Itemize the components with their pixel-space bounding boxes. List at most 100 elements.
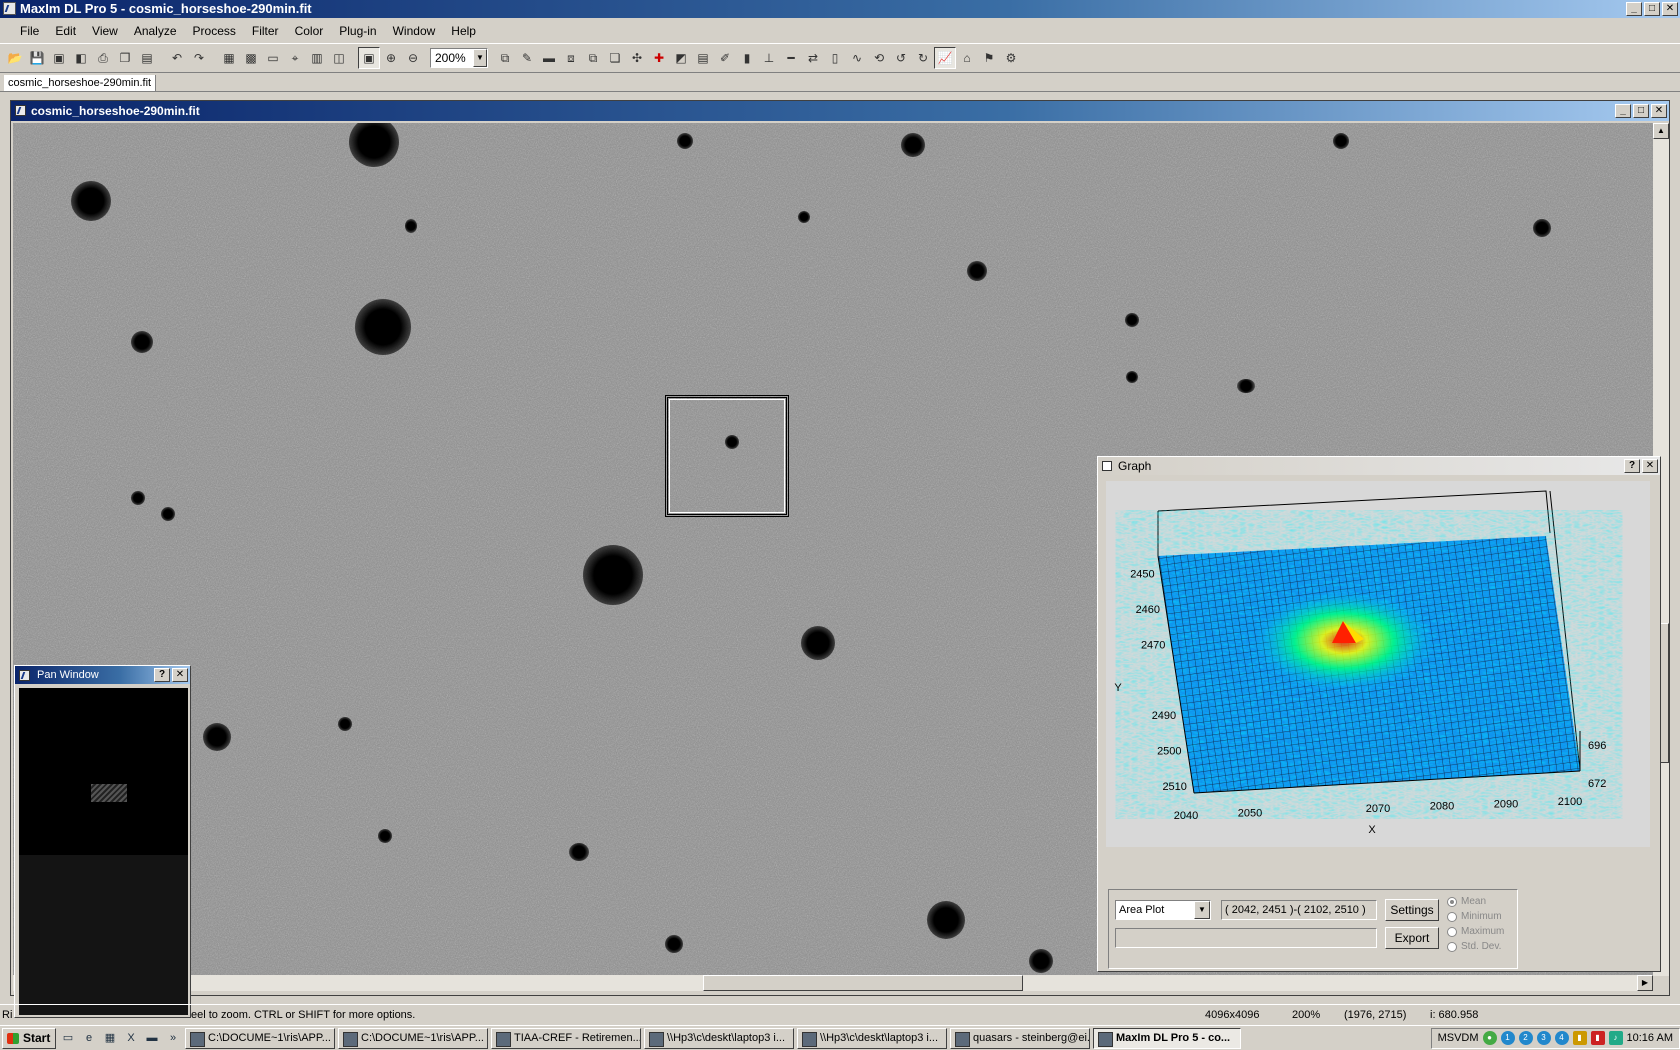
zoom-select[interactable]: 200% ▼ bbox=[430, 48, 488, 68]
close-button[interactable]: ✕ bbox=[1662, 2, 1678, 16]
tray-volume-icon[interactable]: ♪ bbox=[1608, 1031, 1623, 1045]
taskbar-item-active[interactable]: MaxIm DL Pro 5 - co... bbox=[1093, 1027, 1241, 1049]
tray-info-icon[interactable]: 1 bbox=[1500, 1031, 1515, 1045]
flip-icon[interactable]: ⇄ bbox=[802, 47, 824, 69]
settings-button[interactable]: Settings bbox=[1385, 899, 1439, 921]
screen-stretch-icon[interactable]: ◫ bbox=[328, 47, 350, 69]
undo-icon[interactable]: ↶ bbox=[166, 47, 188, 69]
menu-filter[interactable]: Filter bbox=[244, 20, 287, 42]
quicklaunch-app-icon[interactable]: ▦ bbox=[101, 1029, 119, 1047]
menu-help[interactable]: Help bbox=[443, 20, 484, 42]
camera-icon[interactable]: ◧ bbox=[70, 47, 92, 69]
horizontal-scroll-thumb[interactable] bbox=[703, 975, 1023, 991]
stat-option-maximum[interactable]: Maximum bbox=[1447, 924, 1519, 939]
taskbar-item[interactable]: \\Hp3\c\deskt\laptop3 i... bbox=[797, 1027, 947, 1049]
rotate-left-icon[interactable]: ↺ bbox=[890, 47, 912, 69]
align-icon[interactable]: ⧉ bbox=[582, 47, 604, 69]
range-field[interactable]: ( 2042, 2451 )-( 2102, 2510 ) bbox=[1221, 900, 1377, 920]
color-icon[interactable]: ◩ bbox=[670, 47, 692, 69]
menu-analyze[interactable]: Analyze bbox=[126, 20, 185, 42]
zoom-in-icon[interactable]: ⊕ bbox=[380, 47, 402, 69]
layout-icon[interactable]: ▥ bbox=[306, 47, 328, 69]
minimize-button[interactable]: _ bbox=[1626, 2, 1642, 16]
quicklaunch-x-icon[interactable]: X bbox=[122, 1029, 140, 1047]
horizontal-scrollbar[interactable]: ▶ bbox=[13, 975, 1653, 991]
menu-process[interactable]: Process bbox=[185, 20, 244, 42]
menu-file[interactable]: File bbox=[12, 20, 47, 42]
quicklaunch-ie-icon[interactable]: e bbox=[80, 1029, 98, 1047]
pan-viewport-marker[interactable] bbox=[91, 784, 127, 802]
save-icon[interactable]: 💾 bbox=[26, 47, 48, 69]
quicklaunch-folder-icon[interactable]: ▬ bbox=[143, 1029, 161, 1047]
print-icon[interactable]: ⎙ bbox=[92, 47, 114, 69]
maximize-button[interactable]: □ bbox=[1644, 2, 1660, 16]
page-icon[interactable]: ▯ bbox=[824, 47, 846, 69]
chevron-down-icon[interactable]: ▼ bbox=[1194, 901, 1210, 919]
start-button[interactable]: Start bbox=[2, 1027, 56, 1049]
open-icon[interactable]: 📂 bbox=[4, 47, 26, 69]
fits-header-icon[interactable]: ▤ bbox=[692, 47, 714, 69]
image-maximize-button[interactable]: □ bbox=[1633, 104, 1649, 118]
pan-help-button[interactable]: ? bbox=[154, 668, 170, 682]
document-tab[interactable]: cosmic_horseshoe-290min.fit bbox=[4, 75, 157, 91]
settings-icon[interactable]: ⚙ bbox=[1000, 47, 1022, 69]
taskbar-item[interactable]: quasars - steinberg@ei... bbox=[950, 1027, 1090, 1049]
pan-thumbnail[interactable] bbox=[19, 688, 188, 855]
chevron-down-icon[interactable]: ▼ bbox=[473, 49, 487, 67]
graph-close-button[interactable]: ✕ bbox=[1642, 459, 1658, 473]
selection-box[interactable] bbox=[665, 395, 789, 517]
cosmetic-icon[interactable]: ✣ bbox=[626, 47, 648, 69]
rotate-right-icon[interactable]: ↻ bbox=[912, 47, 934, 69]
level-icon[interactable]: ⊥ bbox=[758, 47, 780, 69]
graph-help-button[interactable]: ? bbox=[1624, 459, 1640, 473]
graph-icon[interactable]: 📈 bbox=[934, 47, 956, 69]
scroll-right-button[interactable]: ▶ bbox=[1637, 975, 1653, 991]
plot-type-select[interactable]: Area Plot ▼ bbox=[1115, 900, 1211, 920]
crosshair-icon[interactable]: ⌖ bbox=[284, 47, 306, 69]
paste-icon[interactable]: ▤ bbox=[136, 47, 158, 69]
stack-icon[interactable]: ⧈ bbox=[560, 47, 582, 69]
redo-icon[interactable]: ↷ bbox=[188, 47, 210, 69]
select-icon[interactable]: ▣ bbox=[358, 47, 380, 69]
tray-info-icon[interactable]: 4 bbox=[1554, 1031, 1569, 1045]
tray-info-icon[interactable]: 3 bbox=[1536, 1031, 1551, 1045]
tray-info-icon[interactable]: 2 bbox=[1518, 1031, 1533, 1045]
image-icon[interactable]: ▦ bbox=[218, 47, 240, 69]
stat-option-std-dev[interactable]: Std. Dev. bbox=[1447, 939, 1519, 954]
pan-close-button[interactable]: ✕ bbox=[172, 668, 188, 682]
menu-color[interactable]: Color bbox=[287, 20, 332, 42]
tray-shield-icon[interactable]: ▮ bbox=[1572, 1031, 1587, 1045]
menu-plugin[interactable]: Plug-in bbox=[331, 20, 384, 42]
export-button[interactable]: Export bbox=[1385, 927, 1439, 949]
taskbar-item[interactable]: TIAA-CREF - Retiremen... bbox=[491, 1027, 641, 1049]
taskbar-item[interactable]: \\Hp3\c\deskt\laptop3 i... bbox=[644, 1027, 794, 1049]
quicklaunch-show-desktop-icon[interactable]: ▭ bbox=[59, 1029, 77, 1047]
telescope-icon[interactable]: ⌂ bbox=[956, 47, 978, 69]
stat-option-minimum[interactable]: Minimum bbox=[1447, 909, 1519, 924]
duplicate-icon[interactable]: ❏ bbox=[604, 47, 626, 69]
stat-option-mean[interactable]: Mean bbox=[1447, 894, 1519, 909]
curve-icon[interactable]: ∿ bbox=[846, 47, 868, 69]
scroll-up-button[interactable]: ▲ bbox=[1653, 123, 1669, 139]
menu-window[interactable]: Window bbox=[385, 20, 444, 42]
quicklaunch-more-icon[interactable]: » bbox=[164, 1029, 182, 1047]
image-minimize-button[interactable]: _ bbox=[1615, 104, 1631, 118]
menu-edit[interactable]: Edit bbox=[47, 20, 84, 42]
taskbar-item[interactable]: C:\DOCUME~1\ris\APP... bbox=[338, 1027, 488, 1049]
observatory-icon[interactable]: ⚑ bbox=[978, 47, 1000, 69]
grid-icon[interactable]: ▩ bbox=[240, 47, 262, 69]
bin-icon[interactable]: ▮ bbox=[736, 47, 758, 69]
rotate-icon[interactable]: ⟲ bbox=[868, 47, 890, 69]
add-icon[interactable]: ✚ bbox=[648, 47, 670, 69]
ruler-icon[interactable]: ▬ bbox=[538, 47, 560, 69]
image-close-button[interactable]: ✕ bbox=[1651, 104, 1667, 118]
edit-icon[interactable]: ✐ bbox=[714, 47, 736, 69]
copy-icon[interactable]: ❐ bbox=[114, 47, 136, 69]
pencil-icon[interactable]: ✎ bbox=[516, 47, 538, 69]
tile-icon[interactable]: ⧉ bbox=[494, 47, 516, 69]
taskbar-item[interactable]: C:\DOCUME~1\ris\APP... bbox=[185, 1027, 335, 1049]
zoom-out-icon[interactable]: ⊖ bbox=[402, 47, 424, 69]
save-all-icon[interactable]: ▣ bbox=[48, 47, 70, 69]
frame-icon[interactable]: ▭ bbox=[262, 47, 284, 69]
line-icon[interactable]: ━ bbox=[780, 47, 802, 69]
